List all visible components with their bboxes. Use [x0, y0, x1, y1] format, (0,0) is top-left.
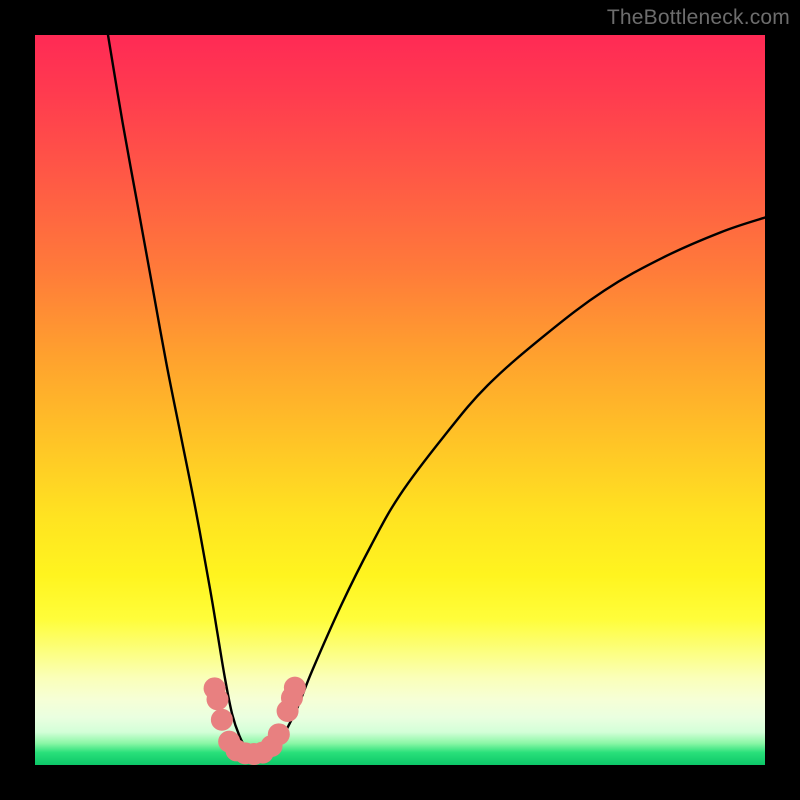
chart-svg: [35, 35, 765, 765]
watermark-text: TheBottleneck.com: [607, 6, 790, 30]
data-marker: [268, 723, 290, 745]
data-marker: [211, 709, 233, 731]
marker-group: [204, 677, 306, 765]
data-marker: [207, 688, 229, 710]
curve-path: [108, 35, 765, 755]
chart-frame: TheBottleneck.com: [0, 0, 800, 800]
plot-area: [35, 35, 765, 765]
data-marker: [284, 677, 306, 699]
